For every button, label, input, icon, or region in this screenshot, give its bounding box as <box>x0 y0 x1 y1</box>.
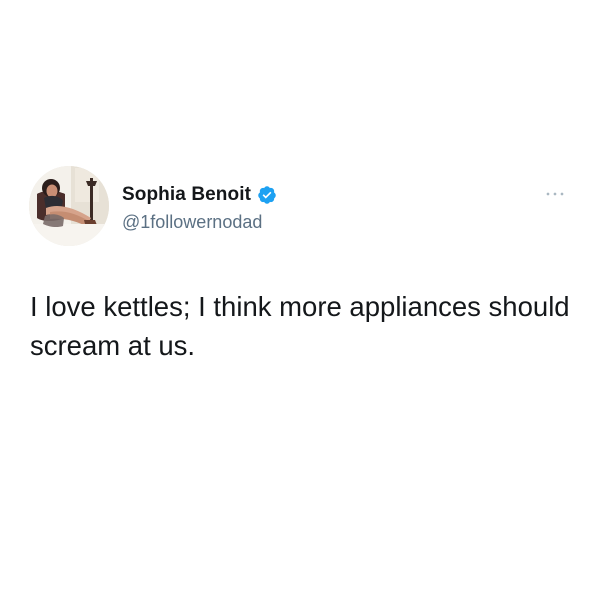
tweet-text: I love kettles; I think more appliances … <box>30 291 578 361</box>
profile-photo-icon <box>29 166 109 246</box>
tweet-card: Sophia Benoit @1followernodad I love ket… <box>0 0 599 600</box>
author-name-row: Sophia Benoit <box>122 183 277 207</box>
more-options-button[interactable] <box>543 186 567 202</box>
more-horizontal-icon <box>546 192 564 196</box>
verified-badge-icon <box>257 185 277 205</box>
author-handle[interactable]: @1followernodad <box>122 212 262 233</box>
avatar[interactable] <box>29 166 109 246</box>
display-name[interactable]: Sophia Benoit <box>122 184 251 206</box>
